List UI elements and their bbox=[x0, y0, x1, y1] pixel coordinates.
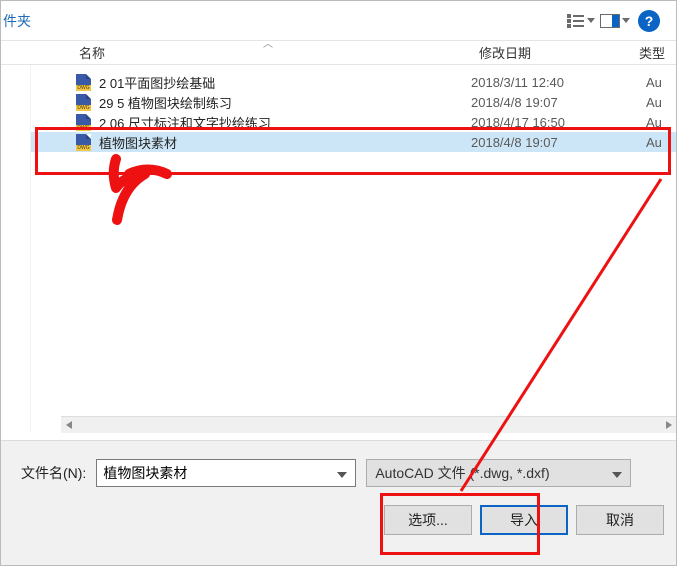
file-type: Au bbox=[646, 95, 676, 110]
file-date: 2018/4/8 19:07 bbox=[471, 135, 646, 150]
help-button[interactable]: ? bbox=[632, 6, 666, 36]
caret-down-icon bbox=[622, 18, 630, 23]
dwg-file-icon bbox=[76, 114, 91, 131]
dialog-toolbar: 件夹 ? bbox=[1, 1, 676, 41]
filetype-combobox[interactable]: AutoCAD 文件 (*.dwg, *.dxf) bbox=[366, 459, 631, 487]
chevron-down-icon[interactable] bbox=[608, 465, 626, 481]
file-row[interactable]: 29 5 植物图块绘制练习 2018/4/8 19:07 Au bbox=[31, 92, 676, 112]
file-type: Au bbox=[646, 135, 676, 150]
file-name: 2 01平面图抄绘基础 bbox=[99, 73, 215, 92]
options-button[interactable]: 选项... bbox=[384, 505, 472, 535]
file-type: Au bbox=[646, 115, 676, 130]
sort-ascending-icon: ︿ bbox=[263, 35, 273, 50]
scroll-right-icon[interactable] bbox=[659, 417, 676, 434]
file-row[interactable]: 2 01平面图抄绘基础 2018/3/11 12:40 Au bbox=[31, 72, 676, 92]
import-button[interactable]: 导入 bbox=[480, 505, 568, 535]
column-headers: ︿ 名称 修改日期 类型 bbox=[1, 41, 676, 65]
dwg-file-icon bbox=[76, 94, 91, 111]
file-date: 2018/4/17 16:50 bbox=[471, 115, 646, 130]
view-mode-button[interactable] bbox=[564, 6, 598, 36]
dwg-file-icon bbox=[76, 134, 91, 151]
file-name: 植物图块素材 bbox=[99, 133, 177, 152]
column-header-date[interactable]: 修改日期 bbox=[471, 43, 631, 62]
filename-combobox[interactable] bbox=[96, 459, 356, 487]
horizontal-scrollbar[interactable] bbox=[61, 416, 676, 433]
filetype-value: AutoCAD 文件 (*.dwg, *.dxf) bbox=[375, 463, 608, 483]
file-name: 2 06 尺寸标注和文字抄绘练习 bbox=[99, 113, 271, 132]
file-name: 29 5 植物图块绘制练习 bbox=[99, 93, 232, 112]
file-list[interactable]: 2 01平面图抄绘基础 2018/3/11 12:40 Au 29 5 植物图块… bbox=[31, 65, 676, 433]
preview-pane-button[interactable] bbox=[598, 6, 632, 36]
chevron-down-icon[interactable] bbox=[333, 466, 351, 481]
file-row-selected[interactable]: 植物图块素材 2018/4/8 19:07 Au bbox=[31, 132, 676, 152]
nav-strip bbox=[1, 65, 31, 433]
file-list-area: 2 01平面图抄绘基础 2018/3/11 12:40 Au 29 5 植物图块… bbox=[1, 65, 676, 433]
dwg-file-icon bbox=[76, 74, 91, 91]
cancel-button[interactable]: 取消 bbox=[576, 505, 664, 535]
help-icon: ? bbox=[638, 10, 660, 32]
file-date: 2018/3/11 12:40 bbox=[471, 75, 646, 90]
caret-down-icon bbox=[587, 18, 595, 23]
scroll-left-icon[interactable] bbox=[61, 417, 78, 434]
dialog-bottom-panel: 文件名(N): AutoCAD 文件 (*.dwg, *.dxf) 选项... … bbox=[1, 440, 676, 565]
file-date: 2018/4/8 19:07 bbox=[471, 95, 646, 110]
file-open-dialog: 件夹 ? ︿ 名称 修改日期 类型 bbox=[0, 0, 677, 566]
column-header-type[interactable]: 类型 bbox=[631, 43, 676, 62]
filename-input[interactable] bbox=[103, 465, 333, 481]
file-row[interactable]: 2 06 尺寸标注和文字抄绘练习 2018/4/17 16:50 Au bbox=[31, 112, 676, 132]
file-type: Au bbox=[646, 75, 676, 90]
toolbar-title-fragment: 件夹 bbox=[3, 11, 31, 31]
filename-label: 文件名(N): bbox=[21, 463, 86, 483]
